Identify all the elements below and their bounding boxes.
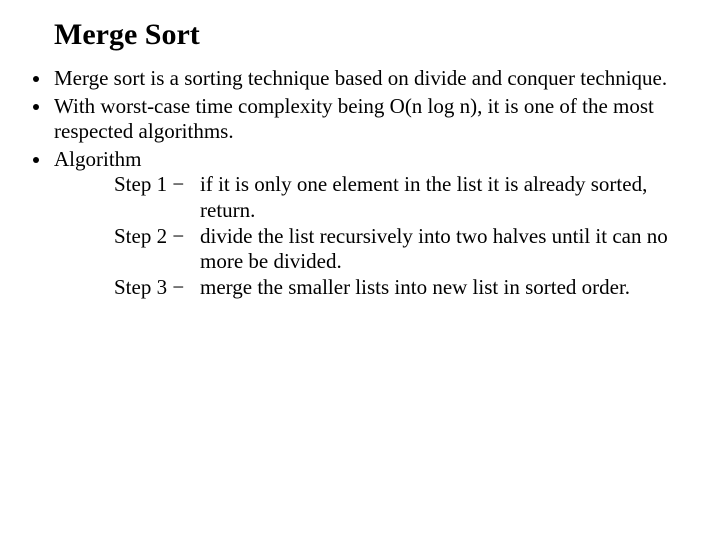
- step-row: Step 3 − merge the smaller lists into ne…: [114, 275, 692, 301]
- list-item: With worst-case time complexity being Ο(…: [52, 94, 692, 145]
- list-item: Algorithm Step 1 − if it is only one ele…: [52, 147, 692, 301]
- bullet-text: Algorithm: [54, 147, 142, 171]
- step-label: Step 2 −: [114, 224, 200, 275]
- page-title: Merge Sort: [54, 18, 692, 52]
- list-item: Merge sort is a sorting technique based …: [52, 66, 692, 92]
- step-row: Step 2 − divide the list recursively int…: [114, 224, 692, 275]
- step-body: if it is only one element in the list it…: [200, 172, 692, 223]
- step-body: divide the list recursively into two hal…: [200, 224, 692, 275]
- bullet-list: Merge sort is a sorting technique based …: [18, 66, 692, 300]
- bullet-text: Merge sort is a sorting technique based …: [54, 66, 667, 90]
- step-label: Step 1 −: [114, 172, 200, 223]
- step-body: merge the smaller lists into new list in…: [200, 275, 692, 301]
- step-row: Step 1 − if it is only one element in th…: [114, 172, 692, 223]
- slide: Merge Sort Merge sort is a sorting techn…: [0, 0, 720, 540]
- bullet-text: With worst-case time complexity being Ο(…: [54, 94, 654, 144]
- step-label: Step 3 −: [114, 275, 200, 301]
- algorithm-steps: Step 1 − if it is only one element in th…: [54, 172, 692, 300]
